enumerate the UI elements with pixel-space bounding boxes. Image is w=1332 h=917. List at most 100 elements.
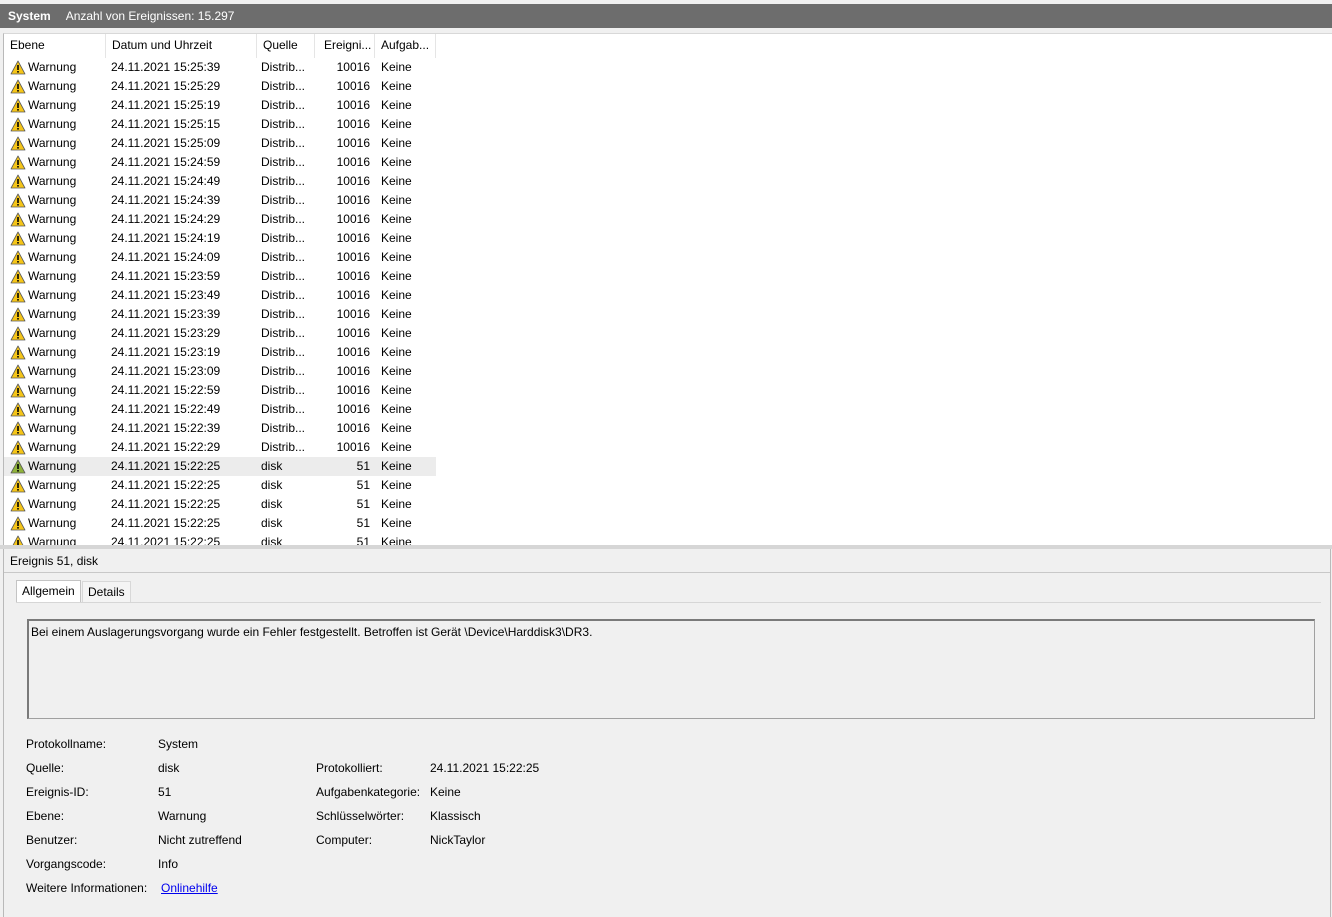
cell-level: Warnung	[10, 191, 106, 210]
cell-task-category: Keine	[381, 193, 412, 207]
table-row[interactable]: Warnung 24.11.2021 15:25:09 Distrib... 1001…	[4, 134, 436, 153]
value-keywords[interactable]: Klassisch	[430, 809, 481, 823]
cell-level: Warnung	[10, 419, 106, 438]
table-row[interactable]: Warnung 24.11.2021 15:24:39 Distrib... 1001…	[4, 191, 436, 210]
cell-date: 24.11.2021 15:22:25	[111, 535, 221, 545]
online-help-link[interactable]: Onlinehilfe	[161, 881, 218, 895]
cell-date: 24.11.2021 15:25:29	[111, 79, 221, 93]
table-row[interactable]: Warnung 24.11.2021 15:24:09 Distrib... 1001…	[4, 248, 436, 267]
value-task-category[interactable]: Keine	[430, 785, 461, 799]
table-row[interactable]: Warnung 24.11.2021 15:24:19 Distrib... 1001…	[4, 229, 436, 248]
table-row[interactable]: Warnung 24.11.2021 15:23:29 Distrib... 1001…	[4, 324, 436, 343]
table-row[interactable]: Warnung 24.11.2021 15:23:19 Distrib... 1001…	[4, 343, 436, 362]
column-header-source[interactable]: Quelle	[257, 34, 315, 58]
event-rows: Warnung 24.11.2021 15:25:39 Distrib... 1001…	[4, 58, 436, 545]
value-source[interactable]: disk	[158, 761, 179, 775]
cell-source: Distrib...	[261, 364, 306, 378]
value-event-id[interactable]: 51	[158, 785, 171, 799]
cell-date: 24.11.2021 15:22:49	[111, 402, 221, 416]
warning-icon	[10, 155, 26, 170]
cell-event-id: 10016	[336, 421, 370, 435]
cell-level-text: Warnung	[28, 345, 77, 359]
cell-level-text: Warnung	[28, 402, 77, 416]
cell-date: 24.11.2021 15:22:25	[111, 478, 221, 492]
table-row[interactable]: Warnung 24.11.2021 15:22:59 Distrib... 1001…	[4, 381, 436, 400]
cell-source: disk	[261, 478, 283, 492]
cell-level: Warnung	[10, 210, 106, 229]
table-row[interactable]: Warnung 24.11.2021 15:24:59 Distrib... 1001…	[4, 153, 436, 172]
table-row[interactable]: Warnung 24.11.2021 15:23:49 Distrib... 1001…	[4, 286, 436, 305]
value-logged[interactable]: 24.11.2021 15:22:25	[430, 761, 539, 775]
label-event-id: Ereignis-ID:	[26, 785, 89, 799]
cell-task-category: Keine	[381, 402, 412, 416]
table-row[interactable]: Warnung 24.11.2021 15:22:25 disk 51 Keine	[4, 533, 436, 545]
cell-source: Distrib...	[261, 326, 306, 340]
table-row[interactable]: Warnung 24.11.2021 15:22:49 Distrib... 1001…	[4, 400, 436, 419]
cell-event-id: 10016	[336, 193, 370, 207]
cell-event-id: 10016	[336, 269, 370, 283]
table-row[interactable]: Warnung 24.11.2021 15:25:19 Distrib... 1001…	[4, 96, 436, 115]
value-computer[interactable]: NickTaylor	[430, 833, 485, 847]
event-list[interactable]: Ebene Datum und Uhrzeit Quelle Ereigni..…	[3, 33, 1332, 545]
label-logged: Protokolliert:	[316, 761, 383, 775]
table-row[interactable]: Warnung 24.11.2021 15:22:25 disk 51 Keine	[4, 514, 436, 533]
cell-event-id: 10016	[336, 383, 370, 397]
log-title: System	[8, 9, 51, 23]
cell-date: 24.11.2021 15:22:25	[111, 497, 221, 511]
column-header-date[interactable]: Datum und Uhrzeit	[106, 34, 257, 58]
table-row[interactable]: Warnung 24.11.2021 15:24:49 Distrib... 1001…	[4, 172, 436, 191]
cell-source: disk	[261, 516, 283, 530]
table-row[interactable]: Warnung 24.11.2021 15:22:29 Distrib... 1001…	[4, 438, 436, 457]
table-row[interactable]: Warnung 24.11.2021 15:25:15 Distrib... 1001…	[4, 115, 436, 134]
cell-event-id: 10016	[336, 402, 370, 416]
table-row[interactable]: Warnung 24.11.2021 15:22:25 disk 51 Keine	[4, 457, 436, 476]
cell-source: Distrib...	[261, 155, 306, 169]
cell-task-category: Keine	[381, 383, 412, 397]
cell-date: 24.11.2021 15:24:09	[111, 250, 221, 264]
value-user[interactable]: Nicht zutreffend	[158, 833, 242, 847]
cell-date: 24.11.2021 15:25:09	[111, 136, 221, 150]
column-header-event-id[interactable]: Ereigni...	[315, 34, 375, 58]
cell-task-category: Keine	[381, 117, 412, 131]
column-header-task-category[interactable]: Aufgab...	[375, 34, 436, 58]
cell-source: Distrib...	[261, 250, 306, 264]
table-row[interactable]: Warnung 24.11.2021 15:25:29 Distrib... 1001…	[4, 77, 436, 96]
cell-task-category: Keine	[381, 459, 412, 473]
value-level[interactable]: Warnung	[158, 809, 206, 823]
value-log-name[interactable]: System	[158, 737, 198, 751]
cell-task-category: Keine	[381, 535, 412, 545]
cell-source: Distrib...	[261, 136, 306, 150]
table-row[interactable]: Warnung 24.11.2021 15:22:39 Distrib... 1001…	[4, 419, 436, 438]
table-row[interactable]: Warnung 24.11.2021 15:22:25 disk 51 Keine	[4, 495, 436, 514]
column-header-level[interactable]: Ebene	[4, 34, 106, 58]
cell-source: Distrib...	[261, 421, 306, 435]
cell-level-text: Warnung	[28, 364, 77, 378]
table-row[interactable]: Warnung 24.11.2021 15:23:09 Distrib... 1001…	[4, 362, 436, 381]
cell-level: Warnung	[10, 381, 106, 400]
tab-details[interactable]: Details	[82, 581, 131, 603]
cell-level-text: Warnung	[28, 516, 77, 530]
table-row[interactable]: Warnung 24.11.2021 15:22:25 disk 51 Keine	[4, 476, 436, 495]
cell-date: 24.11.2021 15:23:59	[111, 269, 221, 283]
table-row[interactable]: Warnung 24.11.2021 15:23:39 Distrib... 1001…	[4, 305, 436, 324]
event-description[interactable]: Bei einem Auslagerungsvorgang wurde ein …	[27, 619, 1315, 719]
table-row[interactable]: Warnung 24.11.2021 15:23:59 Distrib... 1001…	[4, 267, 436, 286]
cell-date: 24.11.2021 15:25:39	[111, 60, 221, 74]
cell-source: Distrib...	[261, 117, 306, 131]
cell-level: Warnung	[10, 58, 106, 77]
cell-level-text: Warnung	[28, 193, 77, 207]
cell-task-category: Keine	[381, 364, 412, 378]
cell-level-text: Warnung	[28, 497, 77, 511]
cell-event-id: 10016	[336, 136, 370, 150]
warning-icon	[10, 345, 26, 360]
table-row[interactable]: Warnung 24.11.2021 15:25:39 Distrib... 1001…	[4, 58, 436, 77]
value-opcode[interactable]: Info	[158, 857, 178, 871]
cell-event-id: 10016	[336, 345, 370, 359]
label-keywords: Schlüsselwörter:	[316, 809, 405, 823]
cell-task-category: Keine	[381, 174, 412, 188]
tab-general[interactable]: Allgemein	[16, 580, 81, 603]
label-opcode: Vorgangscode:	[26, 857, 107, 871]
cell-task-category: Keine	[381, 288, 412, 302]
table-row[interactable]: Warnung 24.11.2021 15:24:29 Distrib... 1001…	[4, 210, 436, 229]
cell-level: Warnung	[10, 438, 106, 457]
